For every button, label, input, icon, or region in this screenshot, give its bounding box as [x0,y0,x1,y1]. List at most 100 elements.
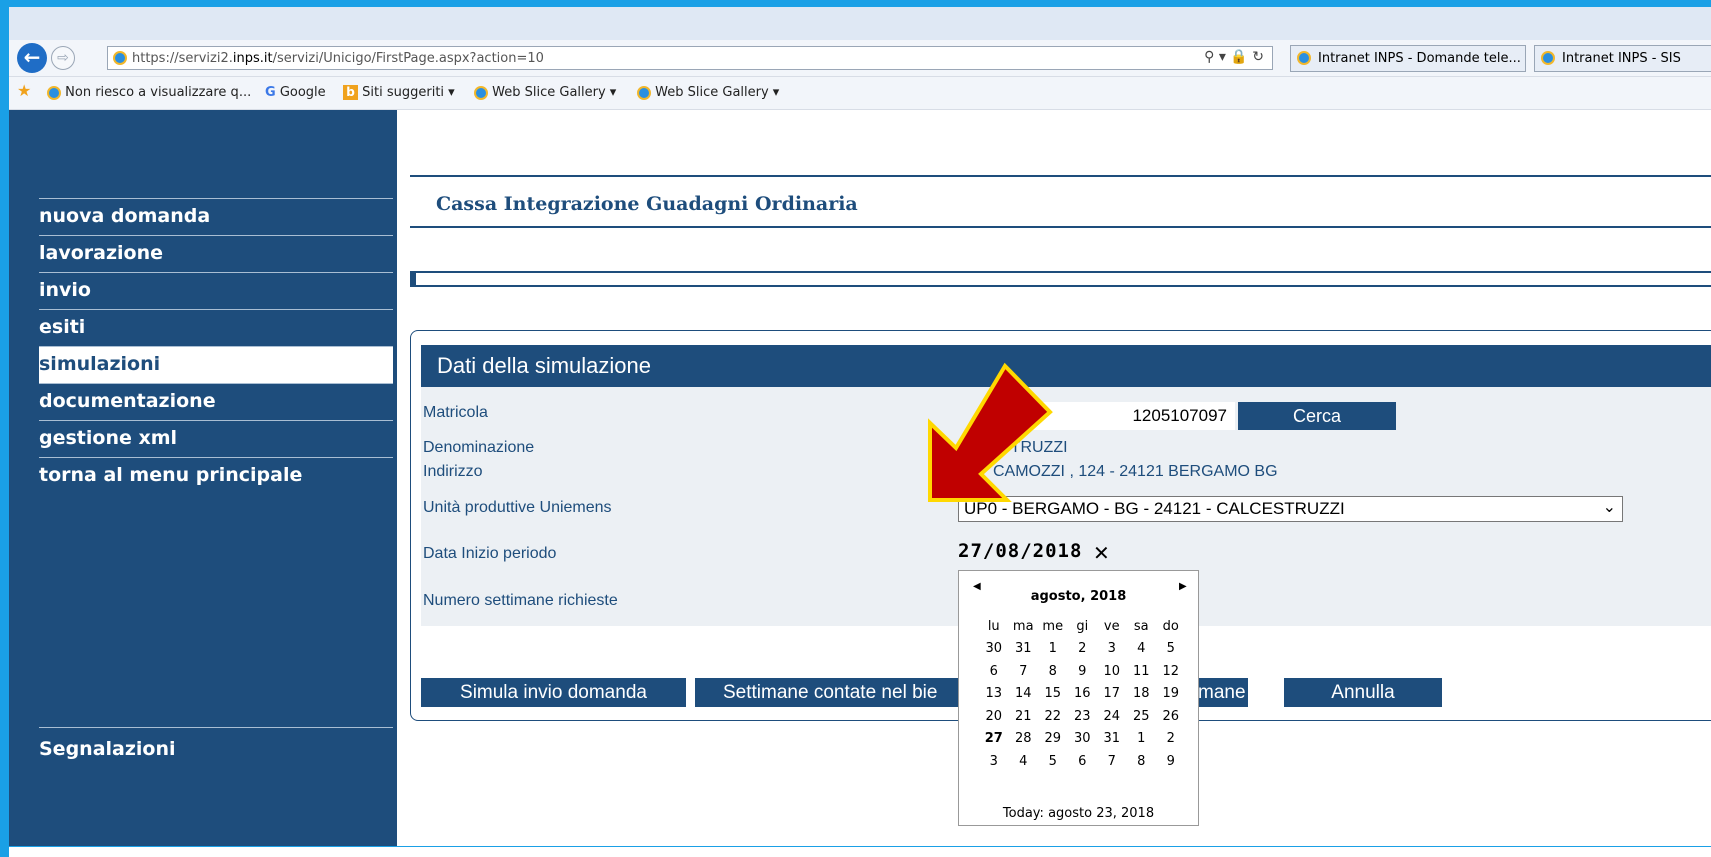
calendar-day[interactable]: 29 [1038,728,1068,751]
forward-button[interactable]: ⇨ [51,46,75,70]
calendar-day[interactable]: 15 [1038,683,1068,706]
calendar-day[interactable]: 11 [1127,660,1157,683]
cerca-button[interactable]: Cerca [1238,402,1396,430]
calendar-day[interactable]: 1 [1038,638,1068,661]
settimane-contate-button[interactable]: Settimane contate nel bie [695,678,958,707]
calendar-day[interactable]: 31 [1009,638,1039,661]
bing-icon: b [343,85,358,100]
ie-tab-icon [1541,51,1555,65]
weekday-label: do [1162,618,1179,634]
ie-fav-icon [637,85,651,100]
simula-invio-button[interactable]: Simula invio domanda [421,678,686,707]
calendar-day[interactable]: 18 [1127,683,1157,706]
calendar-day[interactable]: 31 [1097,728,1127,751]
back-button[interactable]: ← [17,43,47,73]
sidebar-item-esiti[interactable]: esiti [39,309,393,346]
calendar-day[interactable]: 20 [979,705,1009,728]
window-frame-top [0,0,1711,7]
refresh-icon[interactable]: ↻ [1252,49,1264,65]
calendar-day[interactable]: 12 [1156,660,1186,683]
address-bar[interactable]: https://servizi2.inps.it/servizi/Unicigo… [107,46,1273,70]
favorite-link[interactable]: G Google [265,85,326,100]
weekday-label: me [1042,618,1064,634]
calendar-day[interactable]: 6 [1068,750,1098,773]
panel-title: Dati della simulazione [421,345,1711,387]
favorite-label: Non riesco a visualizzare q... [65,85,252,100]
sidebar-item-lavorazione[interactable]: lavorazione [39,235,393,272]
lock-icon[interactable]: 🔒 [1230,49,1247,65]
calendar-day[interactable]: 22 [1038,705,1068,728]
calendar-day[interactable]: 23 [1068,705,1098,728]
google-icon: G [265,85,276,100]
sidebar-item-simulazioni[interactable]: simulazioni [39,346,393,383]
sidebar-item-torna-menu[interactable]: torna al menu principale [39,457,393,494]
calendar-day[interactable]: 7 [1097,750,1127,773]
clear-icon[interactable]: ✕ [1093,541,1110,565]
chevron-down-icon[interactable]: ⌄ [1603,497,1616,516]
annotation-arrow-shape [928,362,1053,502]
data-inizio-field[interactable]: 27/08/2018 [958,540,1082,562]
annulla-button[interactable]: Annulla [1284,678,1442,707]
calendar-day[interactable]: 30 [979,638,1009,661]
calendar-day-selected[interactable]: 27 [979,728,1009,751]
calendar-day[interactable]: 5 [1038,750,1068,773]
calendar-day[interactable]: 13 [979,683,1009,706]
calendar-day[interactable]: 6 [979,660,1009,683]
calendar-day[interactable]: 24 [1097,705,1127,728]
calendar-day[interactable]: 19 [1156,683,1186,706]
favorite-link[interactable]: Non riesco a visualizzare q... [47,85,251,100]
unita-label: Unità produttive Uniemens [423,499,612,516]
calendar-day[interactable]: 8 [1127,750,1157,773]
calendar-day[interactable]: 1 [1127,728,1157,751]
calendar-day[interactable]: 7 [1009,660,1039,683]
calendar-day[interactable]: 10 [1097,660,1127,683]
calendar-day[interactable]: 3 [979,750,1009,773]
calendar-day[interactable]: 5 [1156,638,1186,661]
calendar-day[interactable]: 14 [1009,683,1039,706]
sidebar-item-nuova-domanda[interactable]: nuova domanda [39,198,393,235]
sidebar-item-gestione-xml[interactable]: gestione xml [39,420,393,457]
browser-tab[interactable]: Intranet INPS - Domande tele... [1290,45,1526,72]
sidebar-item-segnalazioni[interactable]: Segnalazioni [39,728,393,770]
calendar-day[interactable]: 30 [1068,728,1098,751]
ie-fav-icon [474,85,488,100]
calendar-day[interactable]: 21 [1009,705,1039,728]
browser-tab[interactable]: Intranet INPS - SIS [1534,45,1711,72]
calendar-day[interactable]: 8 [1038,660,1068,683]
calendar-day[interactable]: 17 [1097,683,1127,706]
annotation-arrow-icon [928,362,1053,502]
calendar-day[interactable]: 25 [1127,705,1157,728]
favorite-label: Web Slice Gallery ▾ [655,85,780,100]
calendar-day[interactable]: 2 [1068,638,1098,661]
calendar-day[interactable]: 4 [1127,638,1157,661]
calendar-day[interactable]: 9 [1068,660,1098,683]
favorites-star-icon[interactable]: ★ [17,81,31,100]
weekday-label: lu [987,618,1000,634]
address-tools[interactable]: ⚲ ▾ 🔒 ↻ [1204,49,1264,65]
indirizzo-label: Indirizzo [423,463,483,480]
favorite-label: Google [279,85,326,100]
address-url: https://servizi2.inps.it/servizi/Unicigo… [132,51,544,66]
header-rule-top [410,175,1711,177]
weekday-label: gi [1076,618,1089,634]
weekday-label: ve [1103,618,1120,634]
favorite-link[interactable]: b Siti suggeriti ▾ [343,85,455,100]
calendar-day[interactable]: 9 [1156,750,1186,773]
favorite-link[interactable]: Web Slice Gallery ▾ [637,85,779,100]
calendar-today[interactable]: Today: agosto 23, 2018 [959,806,1198,821]
weekday-label: sa [1133,618,1149,634]
calendar-day[interactable]: 3 [1097,638,1127,661]
search-icon[interactable]: ⚲ [1204,49,1214,65]
calendar-day[interactable]: 26 [1156,705,1186,728]
calendar-day[interactable]: 28 [1009,728,1039,751]
favorite-link[interactable]: Web Slice Gallery ▾ [474,85,616,100]
calendar-day[interactable]: 4 [1009,750,1039,773]
sidebar-item-invio[interactable]: invio [39,272,393,309]
calendar-day[interactable]: 2 [1156,728,1186,751]
weekday-label: ma [1012,618,1034,634]
settimane-button-tail[interactable]: mane [1198,678,1248,707]
calendar-grid: lu ma me gi ve sa do 30 31 1 2 3 4 5 6 7… [979,615,1186,773]
ie-fav-icon [47,85,61,100]
sidebar-item-documentazione[interactable]: documentazione [39,383,393,420]
calendar-day[interactable]: 16 [1068,683,1098,706]
